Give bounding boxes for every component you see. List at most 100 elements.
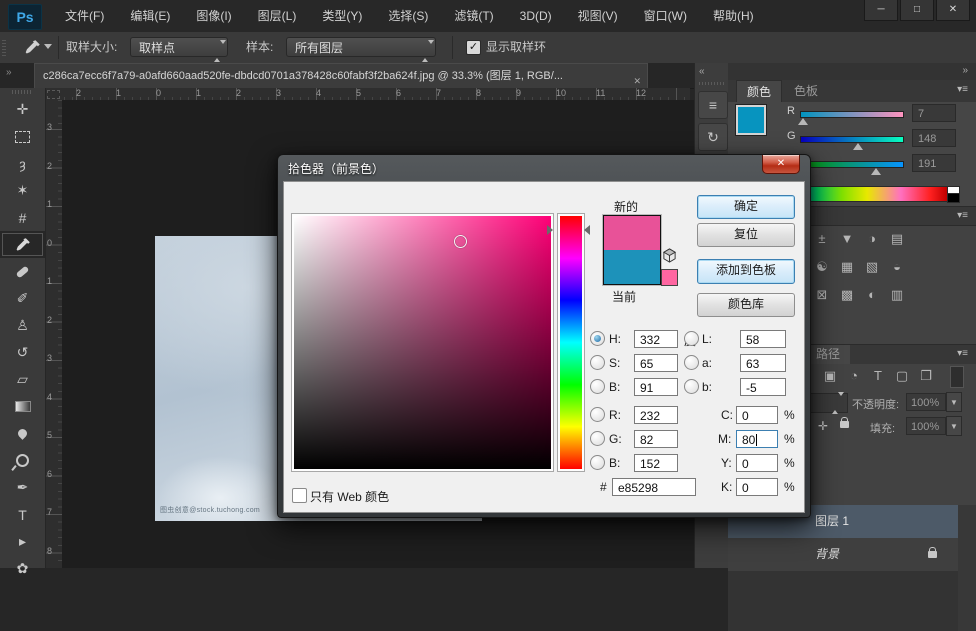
adjustment-icon[interactable]: ▧ [862, 258, 882, 276]
tab-swatches[interactable]: 色板 [784, 80, 828, 102]
show-sampling-ring-checkbox[interactable]: ✓ [466, 40, 481, 55]
vertical-ruler[interactable]: 321012345678 [45, 100, 63, 568]
green-slider[interactable] [800, 136, 904, 143]
eyedropper-tool[interactable] [0, 231, 45, 258]
path-button-icon[interactable]: ▢ [892, 368, 912, 384]
maximize-button[interactable]: □ [900, 0, 934, 21]
history-brush-tool[interactable]: ↺ [0, 339, 45, 366]
red-slider[interactable] [800, 111, 904, 118]
menu-help[interactable]: 帮助(H) [700, 0, 767, 32]
adjustment-icon[interactable]: ▤ [887, 230, 907, 248]
panel-collapse-icon[interactable]: » [6, 67, 11, 78]
lock-all-icon[interactable] [840, 421, 849, 428]
fill-dropdown-icon[interactable]: ▼ [946, 416, 962, 436]
adjustment-icon[interactable]: ⊠ [812, 286, 832, 304]
path-button-icon[interactable]: ❐ [916, 368, 936, 384]
green-slider-thumb[interactable] [853, 143, 863, 150]
lock-position-icon[interactable]: ✛ [818, 419, 828, 433]
adjustment-icon[interactable]: ▩ [837, 286, 857, 304]
green-radio[interactable] [590, 431, 605, 446]
menu-3d[interactable]: 3D(D) [507, 0, 565, 32]
lab-l-radio[interactable] [684, 331, 699, 346]
saturation-brightness-field[interactable] [292, 214, 553, 471]
menu-type[interactable]: 类型(Y) [309, 0, 375, 32]
adjustment-icon[interactable]: ▼ [837, 230, 857, 248]
blue-input[interactable]: 152 [634, 454, 678, 472]
collapse-panels-icon[interactable]: » [962, 65, 968, 76]
lab-l-input[interactable]: 58 [740, 330, 786, 348]
color-field-marker[interactable] [454, 235, 467, 248]
lab-a-radio[interactable] [684, 355, 699, 370]
adjustment-icon[interactable]: ▦ [837, 258, 857, 276]
expand-panels-icon[interactable]: « [699, 66, 705, 77]
dodge-tool[interactable] [0, 447, 45, 474]
lab-b-input[interactable]: -5 [740, 378, 786, 396]
blue-slider[interactable] [800, 161, 904, 168]
blue-slider-thumb[interactable] [871, 168, 881, 175]
brush-tool[interactable]: ✐ [0, 285, 45, 312]
hue-radio[interactable] [590, 331, 605, 346]
red-slider-thumb[interactable] [798, 118, 808, 125]
hue-slider[interactable] [558, 214, 584, 471]
web-safe-color-swatch[interactable] [661, 269, 678, 286]
sample-size-select[interactable]: 取样点 [130, 37, 228, 57]
scrollbar-thumb[interactable] [950, 366, 964, 388]
panel-menu-icon[interactable]: ▾≡ [957, 348, 968, 359]
tab-paths[interactable]: 路径 [806, 345, 850, 364]
red-radio[interactable] [590, 407, 605, 422]
history-panel-button[interactable]: ≡ [698, 91, 728, 119]
dialog-close-button[interactable]: ✕ [762, 155, 800, 174]
add-to-swatches-button[interactable]: 添加到色板 [697, 259, 795, 284]
adjustment-icon[interactable]: ▥ [887, 286, 907, 304]
adjustment-icon[interactable]: ◒ [887, 258, 907, 276]
tool-preset-dropdown-icon[interactable] [44, 44, 52, 49]
sample-layers-select[interactable]: 所有图层 [286, 37, 436, 57]
panel-menu-icon[interactable]: ▾≡ [957, 210, 968, 221]
tab-close-icon[interactable]: ✕ [633, 69, 641, 88]
gradient-tool[interactable] [0, 393, 45, 420]
black-input[interactable]: 0 [736, 478, 778, 496]
hue-slider-left-arrow-icon[interactable] [547, 225, 553, 235]
blur-tool[interactable] [0, 420, 45, 447]
menu-layer[interactable]: 图层(L) [245, 0, 310, 32]
red-input[interactable]: 232 [634, 406, 678, 424]
path-button-icon[interactable]: ▣ [820, 368, 840, 384]
menu-window[interactable]: 窗口(W) [631, 0, 700, 32]
green-value[interactable]: 148 [912, 129, 956, 147]
layer-row-background[interactable]: 背景 [728, 538, 958, 571]
tab-color[interactable]: 颜色 [736, 80, 782, 103]
clone-stamp-tool[interactable]: ♙ [0, 312, 45, 339]
move-tool[interactable]: ✛ [0, 96, 45, 123]
gamut-warning-cube-icon[interactable] [662, 248, 677, 263]
opacity-value[interactable]: 100% [906, 393, 946, 411]
lab-a-input[interactable]: 63 [740, 354, 786, 372]
yellow-input[interactable]: 0 [736, 454, 778, 472]
magenta-input[interactable]: 80 [736, 430, 778, 448]
adjustment-icon[interactable]: ± [812, 230, 832, 248]
menu-filter[interactable]: 滤镜(T) [441, 0, 506, 32]
current-color-swatch[interactable] [604, 250, 660, 284]
menu-select[interactable]: 选择(S) [375, 0, 441, 32]
path-selection-tool[interactable]: ▸ [0, 528, 45, 555]
properties-panel-button[interactable]: ↻ [698, 123, 728, 151]
red-value[interactable]: 7 [912, 104, 956, 122]
lasso-tool[interactable]: ȝ [0, 150, 45, 177]
path-button-icon[interactable]: ◔ [844, 368, 864, 383]
color-libraries-button[interactable]: 颜色库 [697, 293, 795, 317]
web-colors-only-checkbox[interactable] [292, 488, 307, 503]
fill-value[interactable]: 100% [906, 417, 946, 435]
marquee-tool[interactable] [0, 123, 45, 150]
toolbar-grip[interactable] [12, 90, 33, 94]
reset-button[interactable]: 复位 [697, 223, 795, 247]
cyan-input[interactable]: 0 [736, 406, 778, 424]
lab-b-radio[interactable] [684, 379, 699, 394]
menu-image[interactable]: 图像(I) [183, 0, 244, 32]
path-button-icon[interactable]: T [868, 368, 888, 383]
blue-value[interactable]: 191 [912, 154, 956, 172]
minimize-button[interactable]: ─ [864, 0, 898, 21]
hex-input[interactable]: e85298 [612, 478, 696, 496]
opacity-dropdown-icon[interactable]: ▼ [946, 392, 962, 412]
panel-menu-icon[interactable]: ▾≡ [957, 84, 968, 95]
type-tool[interactable]: T [0, 501, 45, 528]
options-bar-grip[interactable] [2, 38, 6, 56]
